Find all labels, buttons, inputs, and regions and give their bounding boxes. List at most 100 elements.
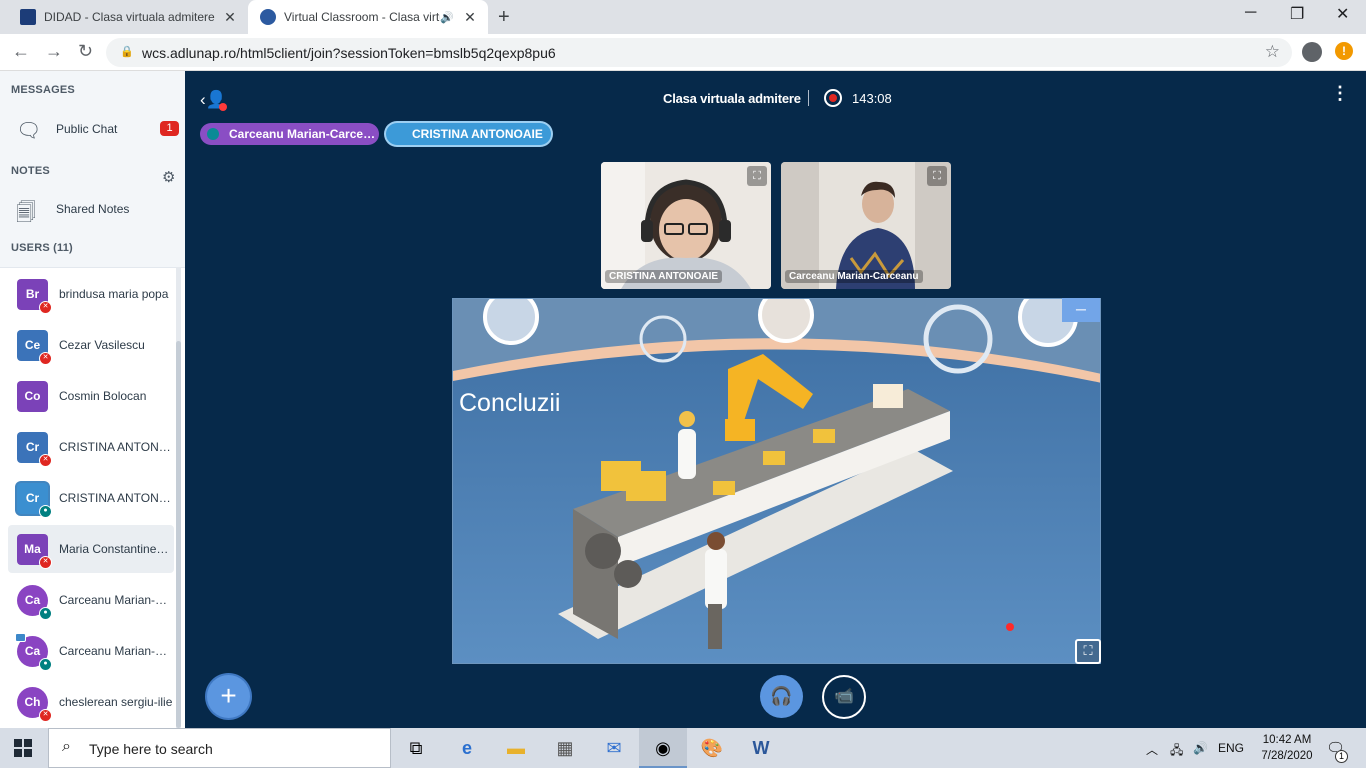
public-chat-item[interactable]: 🗨 Public Chat — [0, 108, 185, 148]
browser-tab-didad[interactable]: DIDAD - Clasa virtuala admitere ✕ — [8, 0, 248, 34]
presenter-pointer — [1006, 623, 1014, 631]
ilias-favicon-icon — [20, 9, 36, 25]
talking-indicator[interactable]: Carceanu Marian-Carceanu — [200, 123, 379, 145]
minimize-window-button[interactable]: ─ — [1245, 4, 1256, 22]
user-list-item[interactable]: Cr ✕ CRISTINA ANTONOAIE — [8, 423, 174, 471]
chrome-icon[interactable]: ◉ — [639, 728, 687, 768]
shared-notes-item[interactable]: 🗐 Shared Notes — [0, 188, 185, 228]
video-tile[interactable]: Carceanu Marian-Carceanu ⛶ — [781, 162, 951, 289]
user-list-scroll-thumb[interactable] — [176, 341, 181, 728]
search-icon: ⌕ — [62, 738, 71, 755]
task-view-icon[interactable]: ⧉ — [392, 728, 440, 768]
system-clock[interactable]: 10:42 AM 7/28/2020 — [1256, 732, 1318, 764]
slide-illustration — [453, 299, 1100, 663]
update-warning-icon[interactable]: ! — [1335, 42, 1353, 60]
search-placeholder: Type here to search — [89, 741, 213, 757]
user-list-item[interactable]: Co Cosmin Bolocan — [8, 372, 174, 420]
recording-indicator-icon[interactable] — [824, 89, 842, 107]
browser-toolbar: ← → ↻ 🔒 wcs.adlunap.ro/html5client/join?… — [0, 34, 1366, 71]
presentation-slide[interactable]: Concluzii — [452, 298, 1101, 664]
unmuted-mic-icon: ● — [39, 658, 52, 671]
notification-count-badge: 1 — [1335, 750, 1348, 763]
headphones-icon[interactable]: 🎧 — [760, 675, 803, 718]
maximize-window-button[interactable]: ❐ — [1290, 4, 1304, 24]
word-icon[interactable]: W — [737, 728, 785, 768]
muted-mic-icon: ✕ — [39, 301, 52, 314]
fullscreen-icon[interactable]: ⛶ — [927, 166, 947, 186]
users-header: USERS (11) — [11, 242, 73, 254]
fullscreen-icon[interactable]: ⛶ — [1075, 639, 1101, 664]
edge-browser-icon[interactable]: e — [443, 728, 491, 768]
video-user-name: Carceanu Marian-Carceanu — [785, 270, 923, 283]
user-list-item[interactable]: Cr ● CRISTINA ANTONOAIE — [8, 474, 174, 522]
user-list-item[interactable]: Ma ✕ Maria Constantinescu — [8, 525, 174, 573]
volume-icon[interactable]: 🔊 — [1193, 741, 1208, 755]
show-hidden-icons-icon[interactable]: ︿ — [1146, 741, 1158, 758]
bookmark-star-icon[interactable]: ☆ — [1265, 42, 1280, 62]
shared-notes-label: Shared Notes — [56, 202, 130, 216]
mail-icon[interactable]: ✉ — [590, 728, 638, 768]
user-name: Maria Constantinescu — [59, 542, 174, 556]
user-list-item[interactable]: Ca ● Carceanu Marian-Carceanu — [8, 576, 174, 624]
muted-mic-icon: ✕ — [39, 352, 52, 365]
forward-arrow-icon[interactable]: → — [45, 41, 63, 62]
taskbar-search-box[interactable]: ⌕ Type here to search — [48, 728, 391, 768]
options-menu-icon[interactable]: ⋮ — [1331, 84, 1349, 102]
gear-icon[interactable]: ⚙ — [162, 168, 175, 186]
address-bar[interactable]: 🔒 wcs.adlunap.ro/html5client/join?sessio… — [106, 38, 1292, 67]
network-icon[interactable]: 🖧 — [1170, 741, 1183, 762]
muted-mic-icon: ✕ — [39, 709, 52, 722]
unmuted-mic-icon: ● — [39, 607, 52, 620]
tab-title: Virtual Classroom - Clasa virtu — [284, 10, 441, 24]
user-name: Carceanu Marian-Carceanu — [59, 644, 174, 658]
audio-playing-icon[interactable]: 🔊 — [440, 11, 454, 24]
header-divider — [808, 90, 809, 106]
video-tile[interactable]: CRISTINA ANTONOAIE ⛶ — [601, 162, 771, 289]
browser-tab-virtual-classroom[interactable]: Virtual Classroom - Clasa virtu 🔊 ✕ — [248, 0, 488, 34]
user-list-item[interactable]: Ce ✕ Cezar Vasilescu — [8, 321, 174, 369]
notes-document-icon: 🗐 — [16, 202, 36, 224]
user-list-item[interactable]: Ca ● Carceanu Marian-Carceanu — [8, 627, 174, 675]
bigbluebutton-favicon-icon — [260, 9, 276, 25]
minimize-presentation-button[interactable]: ─ — [1062, 298, 1100, 322]
file-explorer-icon[interactable]: ▬ — [492, 728, 540, 768]
user-list: Br ✕ brindusa maria popa Ce ✕ Cezar Vasi… — [0, 267, 185, 728]
presenter-icon — [15, 633, 26, 642]
video-off-icon[interactable]: 📹 — [822, 675, 866, 719]
url-text[interactable]: wcs.adlunap.ro/html5client/join?sessionT… — [142, 45, 556, 61]
tab-close-icon[interactable]: ✕ — [220, 9, 240, 26]
clock-date: 7/28/2020 — [1261, 750, 1313, 762]
user-list-item[interactable]: Ch ✕ cheslerean sergiu-ilie — [8, 678, 174, 726]
messages-header: MESSAGES — [11, 84, 75, 96]
fullscreen-icon[interactable]: ⛶ — [747, 166, 767, 186]
windows-start-icon[interactable] — [14, 739, 32, 757]
lock-icon[interactable]: 🔒 — [120, 45, 134, 58]
recording-timer: 143:08 — [852, 91, 892, 106]
notification-dot — [219, 103, 227, 111]
close-window-button[interactable]: ✕ — [1336, 4, 1349, 24]
new-tab-button[interactable]: + — [498, 6, 510, 29]
user-name: Cezar Vasilescu — [59, 338, 145, 352]
screen: DIDAD - Clasa virtuala admitere ✕ Virtua… — [0, 0, 1366, 768]
meeting-title: Clasa virtuala admitere — [663, 91, 801, 106]
muted-mic-icon: ✕ — [39, 556, 52, 569]
chat-bubble-icon: 🗨 — [16, 120, 42, 142]
user-name: brindusa maria popa — [59, 287, 169, 301]
back-arrow-icon[interactable]: ← — [12, 41, 30, 62]
browser-tab-strip: DIDAD - Clasa virtuala admitere ✕ Virtua… — [0, 0, 1366, 34]
reload-icon[interactable]: ↻ — [78, 41, 93, 62]
clock-time: 10:42 AM — [1262, 734, 1312, 746]
user-name: CRISTINA ANTONOAIE — [59, 440, 174, 454]
tab-close-icon[interactable]: ✕ — [460, 9, 480, 26]
unmuted-mic-icon: ● — [39, 505, 52, 518]
paint-icon[interactable]: 🎨 — [688, 728, 736, 768]
actions-plus-button[interactable]: + — [207, 675, 250, 718]
store-icon[interactable]: ▦ — [541, 728, 589, 768]
talking-indicator[interactable]: CRISTINA ANTONOAIE — [386, 123, 551, 145]
public-chat-label: Public Chat — [56, 122, 118, 136]
slide-title: Concluzii — [459, 389, 561, 417]
profile-avatar-icon[interactable] — [1302, 42, 1322, 62]
windows-taskbar: ⌕ Type here to search ⧉ e ▬ ▦ ✉ ◉ 🎨 W ︿ … — [0, 728, 1366, 768]
input-language[interactable]: ENG — [1218, 741, 1244, 755]
user-list-item[interactable]: Br ✕ brindusa maria popa — [8, 270, 174, 318]
